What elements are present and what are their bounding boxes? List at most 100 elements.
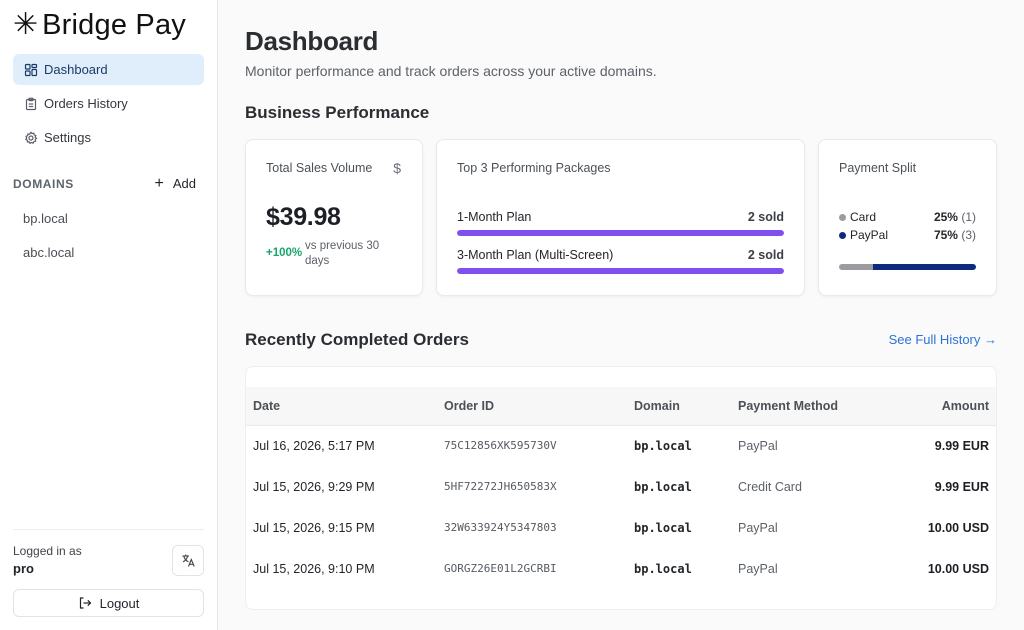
add-domain-label: Add [172, 176, 196, 191]
language-button[interactable] [172, 545, 204, 576]
order-payment-method: Credit Card [738, 479, 802, 494]
table-row[interactable]: Jul 15, 2026, 9:10 PM GORGZ26E01L2GCRBI … [246, 548, 996, 589]
package-progress-fill [457, 230, 784, 236]
order-amount: 9.99 EUR [934, 438, 989, 453]
total-sales-label: Total Sales Volume [266, 161, 373, 175]
table-header-row: Date Order ID Domain Payment Method Amou… [246, 387, 996, 426]
order-payment-method: PayPal [738, 520, 778, 535]
order-domain: bp.local [634, 520, 692, 535]
order-domain: bp.local [634, 561, 692, 576]
package-row: 3-Month Plan (Multi-Screen) 2 sold [457, 248, 784, 274]
total-sales-value: $39.98 [266, 203, 341, 231]
order-id: GORGZ26E01L2GCRBI [444, 562, 557, 575]
order-amount: 9.99 EUR [934, 479, 989, 494]
top-packages-card: Top 3 Performing Packages 1-Month Plan 2… [436, 139, 805, 296]
column-header-date[interactable]: Date [246, 387, 437, 426]
column-header-domain[interactable]: Domain [627, 387, 731, 426]
order-payment-method: PayPal [738, 438, 778, 453]
payment-split-bar [839, 264, 976, 270]
domain-list: bp.local abc.local [13, 204, 204, 272]
add-domain-button[interactable]: + Add [154, 174, 196, 192]
order-id: 32W633924Y5347803 [444, 521, 557, 534]
package-progress-bar [457, 230, 784, 236]
sidebar-item-settings[interactable]: Settings [13, 122, 204, 153]
split-segment-paypal [873, 264, 976, 270]
legend-dot-icon [839, 231, 846, 239]
logout-icon [79, 597, 91, 609]
sidebar-item-label: Orders History [44, 96, 128, 111]
sidebar-footer: Logged in as pro Logout [13, 529, 204, 617]
table-row[interactable]: Jul 15, 2026, 9:15 PM 32W633924Y5347803 … [246, 507, 996, 548]
package-name: 1-Month Plan [457, 210, 532, 224]
split-segment-card [839, 264, 874, 270]
order-domain: bp.local [634, 479, 692, 494]
domain-item-bp-local[interactable]: bp.local [13, 204, 204, 234]
sidebar-nav: Dashboard Orders History Settings [13, 54, 204, 156]
domains-header: DOMAINS + Add [13, 174, 196, 192]
sidebar-item-dashboard[interactable]: Dashboard [13, 54, 204, 85]
sidebar: ✳ Bridge Pay Dashboard Orders History Se… [0, 0, 218, 630]
orders-table-card: Date Order ID Domain Payment Method Amou… [245, 366, 997, 610]
package-sold-count: 2 sold [747, 210, 784, 224]
legend-percent: 75% [933, 228, 958, 242]
package-row: 1-Month Plan 2 sold [457, 210, 784, 236]
sidebar-item-label: Dashboard [44, 62, 108, 77]
order-amount: 10.00 USD [927, 520, 989, 535]
sales-delta: +100% [266, 247, 303, 259]
dollar-icon: $ [393, 160, 401, 176]
dashboard-grid-icon [24, 63, 38, 76]
page-subtitle: Monitor performance and track orders acr… [245, 63, 657, 79]
sales-delta-note: vs previous 30 days [305, 240, 380, 267]
package-progress-bar [457, 268, 784, 274]
domain-item-abc-local[interactable]: abc.local [13, 238, 204, 268]
brand-logo[interactable]: ✳ Bridge Pay [13, 9, 186, 41]
legend-count: (1) [961, 210, 976, 224]
table-row[interactable]: Jul 15, 2026, 9:29 PM 5HF72272JH650583X … [246, 466, 996, 507]
order-domain: bp.local [634, 438, 692, 453]
order-amount: 10.00 USD [927, 561, 989, 576]
logout-button[interactable]: Logout [13, 589, 204, 617]
legend-percent: 25% [933, 210, 958, 224]
brand-name: Bridge Pay [42, 9, 186, 41]
main-content: Dashboard Monitor performance and track … [219, 0, 1024, 630]
recent-orders-title: Recently Completed Orders [245, 330, 469, 349]
column-header-order-id[interactable]: Order ID [437, 387, 627, 426]
payment-legend-paypal: PayPal 75% (3) [839, 228, 976, 242]
see-full-history-link[interactable]: See Full History → [889, 332, 997, 347]
total-sales-card: Total Sales Volume $ $39.98 +100% vs pre… [245, 139, 423, 296]
username: pro [13, 561, 34, 576]
payment-split-label: Payment Split [839, 161, 917, 175]
package-progress-fill [457, 268, 784, 274]
order-date: Jul 15, 2026, 9:29 PM [253, 479, 375, 494]
column-header-payment-method[interactable]: Payment Method [731, 387, 891, 426]
asterisk-logo-icon: ✳ [13, 8, 39, 41]
order-date: Jul 15, 2026, 9:15 PM [253, 520, 375, 535]
plus-icon: + [154, 174, 164, 192]
translate-icon [182, 554, 195, 567]
order-id: 75C12856XK595730V [444, 439, 557, 453]
order-date: Jul 16, 2026, 5:17 PM [253, 438, 375, 453]
package-name: 3-Month Plan (Multi-Screen) [457, 248, 614, 262]
legend-label: Card [850, 210, 877, 224]
business-performance-title: Business Performance [245, 103, 430, 122]
legend-count: (3) [961, 228, 976, 242]
orders-table: Date Order ID Domain Payment Method Amou… [246, 387, 996, 589]
legend-dot-icon [839, 213, 846, 221]
column-header-amount[interactable]: Amount [891, 387, 996, 426]
payment-legend-card: Card 25% (1) [839, 210, 976, 224]
sidebar-item-orders-history[interactable]: Orders History [13, 88, 204, 119]
package-sold-count: 2 sold [747, 248, 784, 262]
sidebar-item-label: Settings [44, 130, 91, 145]
top-packages-label: Top 3 Performing Packages [457, 161, 611, 175]
gear-icon [24, 130, 38, 144]
legend-label: PayPal [850, 228, 889, 242]
order-payment-method: PayPal [738, 561, 778, 576]
page-title: Dashboard [245, 26, 379, 56]
order-date: Jul 15, 2026, 9:10 PM [253, 561, 375, 576]
order-id: 5HF72272JH650583X [444, 480, 557, 493]
domains-title: DOMAINS [13, 176, 74, 191]
logout-label: Logout [99, 595, 140, 611]
logged-in-label: Logged in as [13, 544, 82, 558]
payment-split-card: Payment Split Card 25% (1) PayPal 75% (3… [818, 139, 997, 296]
table-row[interactable]: Jul 16, 2026, 5:17 PM 75C12856XK595730V … [246, 425, 996, 466]
